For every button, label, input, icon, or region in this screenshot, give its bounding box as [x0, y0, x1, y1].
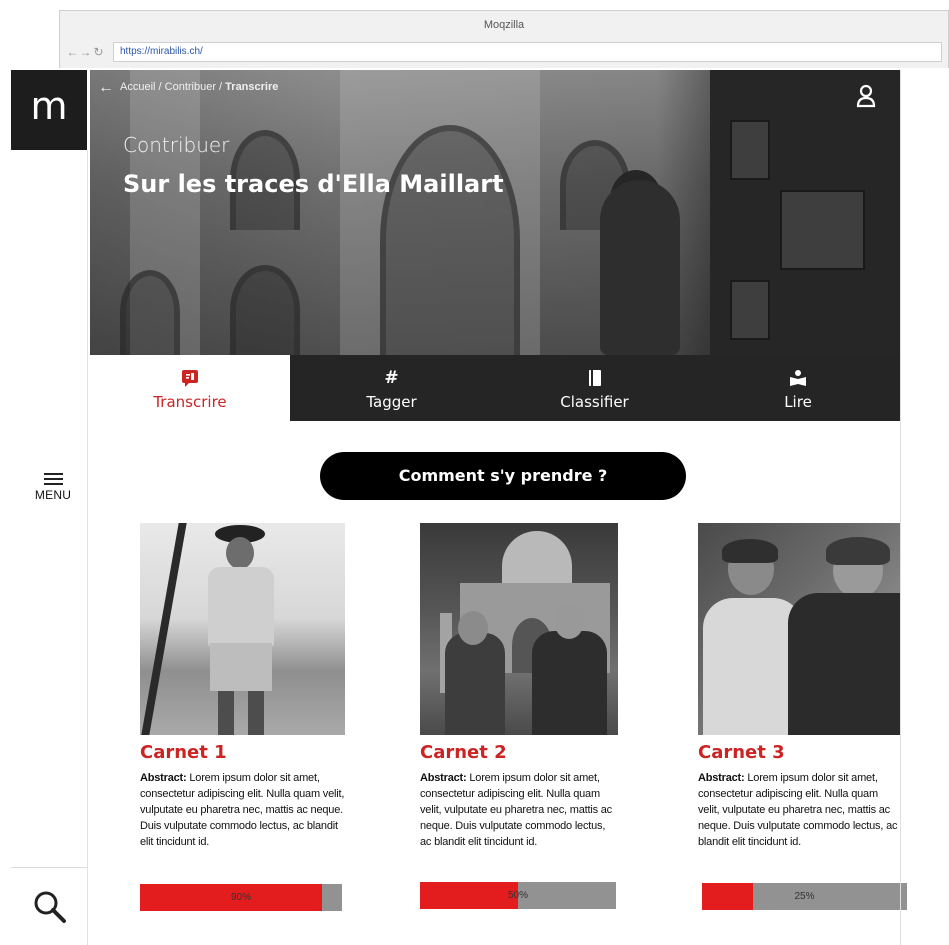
progress-label: 90% — [230, 892, 251, 903]
breadcrumb: ← Accueil / Contribuer / Transcrire — [98, 79, 279, 95]
breadcrumb-separator: / — [155, 81, 165, 93]
hero-window — [730, 120, 770, 180]
breadcrumb-separator: / — [216, 81, 226, 93]
notebook-abstract: Abstract: Lorem ipsum dolor sit amet, co… — [698, 770, 900, 850]
tab-tagger[interactable]: # Tagger — [290, 355, 493, 421]
how-to-button[interactable]: Comment s'y prendre ? — [320, 452, 686, 500]
notebook-photo[interactable] — [140, 523, 345, 735]
hero-window — [780, 190, 865, 270]
tab-transcrire[interactable]: Transcrire — [90, 355, 290, 421]
transcribe-icon — [90, 367, 290, 389]
sidebar-divider — [87, 150, 88, 945]
notebook-title[interactable]: Carnet 2 — [420, 742, 618, 763]
menu-label: MENU — [34, 488, 72, 502]
back-icon[interactable]: ← — [66, 45, 79, 59]
reader-icon — [696, 367, 900, 389]
back-arrow-icon[interactable]: ← — [98, 79, 114, 95]
abstract-label: Abstract: — [420, 772, 467, 784]
browser-window: Moqzilla ← → ↻ https://mirabilis.ch/ — [59, 10, 949, 68]
hero-arch — [380, 125, 520, 355]
forward-icon[interactable]: → — [79, 45, 92, 59]
tab-lire[interactable]: Lire — [696, 355, 900, 421]
hero-arch — [230, 265, 300, 355]
hero-banner — [90, 70, 900, 355]
hash-icon: # — [384, 368, 399, 388]
page-edge — [900, 70, 901, 945]
breadcrumb-current: Transcrire — [225, 81, 279, 93]
menu-button[interactable]: MENU — [31, 470, 75, 502]
tab-label: Lire — [784, 393, 812, 411]
notebook-photo[interactable] — [698, 523, 900, 735]
notebook-card[interactable]: Carnet 3 Abstract: Lorem ipsum dolor sit… — [698, 523, 900, 850]
book-icon — [493, 367, 696, 389]
notebook-title[interactable]: Carnet 3 — [698, 742, 900, 763]
notebook-title[interactable]: Carnet 1 — [140, 742, 345, 763]
page-title: Sur les traces d'Ella Maillart — [123, 170, 504, 198]
notebook-abstract: Abstract: Lorem ipsum dolor sit amet, co… — [140, 770, 345, 850]
window-title: Moqzilla — [483, 19, 525, 31]
progress-bar: 90% — [140, 884, 342, 911]
hero-window — [730, 280, 770, 340]
tab-label: Tagger — [366, 393, 417, 411]
notebook-photo[interactable] — [420, 523, 618, 735]
hero-arch — [120, 270, 180, 355]
hamburger-icon — [31, 473, 75, 485]
hero-silhouette — [600, 180, 680, 355]
user-icon[interactable] — [856, 84, 876, 113]
notebook-card[interactable]: Carnet 2 Abstract: Lorem ipsum dolor sit… — [420, 523, 618, 850]
url-bar[interactable]: https://mirabilis.ch/ — [113, 42, 942, 62]
search-icon — [34, 891, 66, 923]
progress-bar: 25% — [702, 883, 907, 910]
notebook-abstract: Abstract: Lorem ipsum dolor sit amet, co… — [420, 770, 618, 850]
contribution-tabs: Transcrire # Tagger Classifier Lire — [90, 355, 900, 421]
notebook-card[interactable]: Carnet 1 Abstract: Lorem ipsum dolor sit… — [140, 523, 345, 850]
tab-label: Transcrire — [153, 393, 227, 411]
abstract-label: Abstract: — [698, 772, 745, 784]
abstract-label: Abstract: — [140, 772, 187, 784]
tab-classifier[interactable]: Classifier — [493, 355, 696, 421]
site-logo[interactable]: m — [11, 70, 87, 150]
reload-icon[interactable]: ↻ — [92, 45, 105, 59]
breadcrumb-parent[interactable]: Contribuer — [165, 81, 216, 93]
progress-label: 50% — [507, 890, 528, 901]
search-button[interactable] — [11, 867, 87, 945]
progress-bar: 50% — [420, 882, 616, 909]
address-row: ← → ↻ https://mirabilis.ch/ — [60, 39, 948, 65]
hero-kicker: Contribuer — [123, 133, 230, 157]
breadcrumb-home[interactable]: Accueil — [120, 81, 155, 93]
tab-label: Classifier — [560, 393, 629, 411]
progress-label: 25% — [794, 891, 815, 902]
